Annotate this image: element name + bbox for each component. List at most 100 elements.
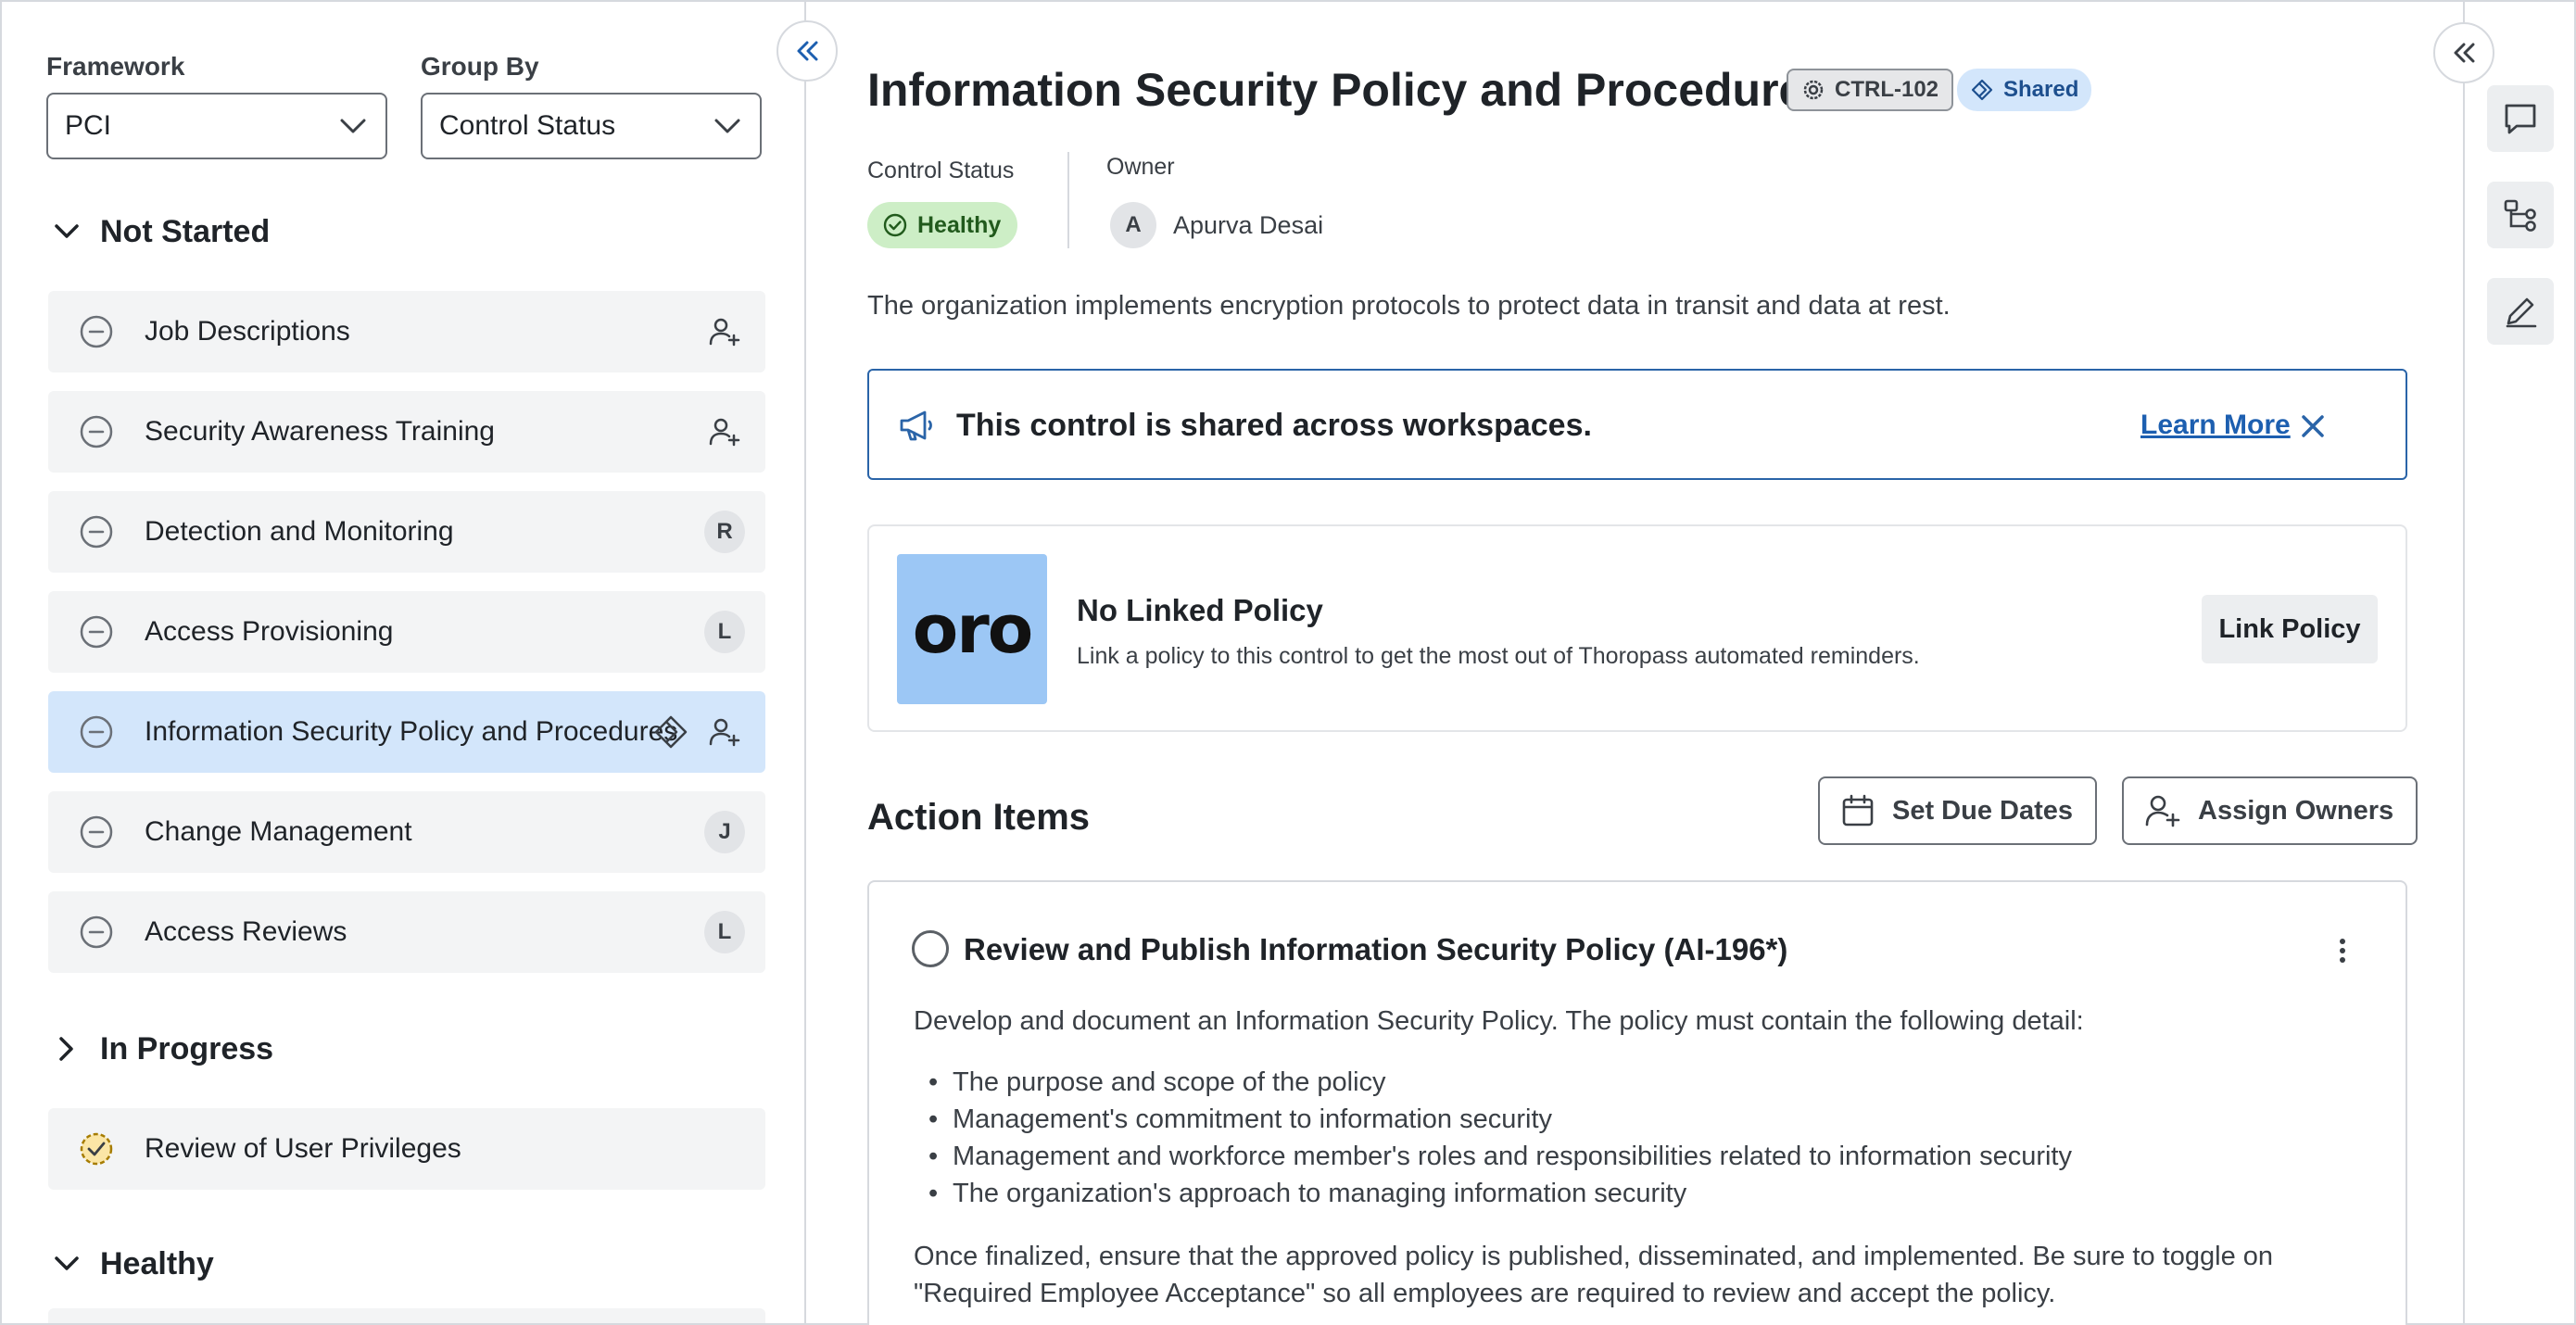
calendar-icon (1840, 793, 1875, 828)
policy-card-subtitle: Link a policy to this control to get the… (1077, 643, 1920, 669)
assignee-avatar[interactable]: J (704, 811, 745, 853)
shared-badge-text: Shared (2003, 77, 2079, 102)
avatar[interactable]: A (1110, 202, 1156, 248)
control-row-review-of-user-privileges[interactable]: Review of User Privileges (48, 1108, 765, 1190)
control-row-security-awareness-training[interactable]: Security Awareness Training (48, 391, 765, 473)
control-row-partial[interactable] (48, 1308, 765, 1323)
shared-diamond-icon (652, 713, 689, 751)
chevron-right-icon (48, 1030, 85, 1067)
bullet-item: The purpose and scope of the policy (928, 1064, 2378, 1101)
control-row-label: Review of User Privileges (145, 1133, 461, 1164)
chevron-down-icon (48, 1245, 85, 1282)
logo-text: oro (912, 590, 1033, 668)
megaphone-icon (897, 406, 936, 445)
status-badge-text: Healthy (917, 211, 1002, 238)
assignee-avatar[interactable]: R (704, 511, 745, 553)
hierarchy-icon (2502, 196, 2539, 233)
shared-diamond-icon (1970, 78, 1994, 102)
add-user-icon[interactable] (704, 411, 745, 452)
control-row-change-management[interactable]: Change Management J (48, 791, 765, 873)
set-due-dates-button[interactable]: Set Due Dates (1818, 776, 2098, 845)
assignee-initial: L (704, 611, 745, 653)
control-row-access-provisioning[interactable]: Access Provisioning L (48, 591, 765, 673)
control-row-detection-and-monitoring[interactable]: Detection and Monitoring R (48, 491, 765, 573)
set-due-dates-label: Set Due Dates (1892, 795, 2074, 826)
assignee-initial: L (704, 911, 745, 953)
chevron-down-icon (339, 115, 367, 137)
minus-circle-icon (78, 313, 115, 350)
framework-value: PCI (65, 110, 112, 141)
minus-circle-icon (78, 413, 115, 450)
complete-toggle-circle[interactable] (912, 930, 949, 967)
action-item-title: Review and Publish Information Security … (964, 932, 1788, 966)
chevron-down-icon (48, 213, 85, 250)
minus-circle-icon (78, 914, 115, 951)
group-by-value: Control Status (439, 110, 616, 141)
minus-circle-icon (78, 613, 115, 650)
group-by-select[interactable]: Control Status (421, 93, 762, 159)
add-user-icon[interactable] (704, 311, 745, 352)
policy-card-title: No Linked Policy (1077, 593, 1323, 627)
minus-circle-icon (78, 814, 115, 851)
add-user-icon (2144, 793, 2181, 828)
group-header-not-started[interactable]: Not Started (48, 213, 270, 250)
page-title: Information Security Policy and Procedur… (867, 64, 1831, 116)
check-circle-icon (882, 212, 908, 238)
control-id-text: CTRL-102 (1835, 77, 1939, 102)
control-row-label: Change Management (145, 816, 412, 847)
action-item-card: Review and Publish Information Security … (867, 880, 2407, 1325)
control-gear-icon (1801, 78, 1825, 102)
action-items-heading: Action Items (867, 797, 1091, 838)
control-row-label: Information Security Policy and Procedur… (145, 716, 678, 747)
assignee-initial: R (704, 511, 745, 553)
group-label: Not Started (100, 213, 271, 249)
control-id-badge: CTRL-102 (1787, 69, 1954, 111)
collapse-rail-button[interactable] (2433, 22, 2494, 83)
status-badge: Healthy (867, 202, 1018, 248)
group-by-label: Group By (421, 52, 539, 81)
shared-info-banner: This control is shared across workspaces… (867, 369, 2407, 480)
edit-button[interactable] (2487, 278, 2554, 345)
double-chevron-left-icon (2450, 41, 2478, 65)
control-row-access-reviews[interactable]: Access Reviews L (48, 891, 765, 973)
shared-badge: Shared (1957, 69, 2092, 111)
bullet-item: Management and workforce member's roles … (928, 1138, 2378, 1175)
assignee-avatar[interactable]: L (704, 611, 745, 653)
group-header-healthy[interactable]: Healthy (48, 1245, 214, 1282)
meta-divider (1067, 152, 1069, 248)
control-row-job-descriptions[interactable]: Job Descriptions (48, 291, 765, 372)
owner-name[interactable]: Apurva Desai (1173, 211, 1323, 240)
bullet-item: Management's commitment to information s… (928, 1101, 2378, 1138)
close-icon[interactable] (2294, 408, 2331, 445)
bullet-item: The organization's approach to managing … (928, 1175, 2378, 1212)
group-header-in-progress[interactable]: In Progress (48, 1030, 273, 1067)
add-user-icon[interactable] (704, 712, 745, 752)
minus-circle-icon (78, 513, 115, 550)
rail-divider (2463, 0, 2465, 1325)
linked-policy-card: oro No Linked Policy Link a policy to th… (867, 524, 2407, 732)
action-item-outro: Once finalized, ensure that the approved… (914, 1242, 2274, 1308)
in-progress-check-icon (78, 1130, 115, 1167)
comment-icon (2502, 100, 2539, 137)
control-row-label: Security Awareness Training (145, 416, 495, 447)
assign-owners-button[interactable]: Assign Owners (2122, 776, 2418, 845)
group-label: Healthy (100, 1245, 214, 1281)
learn-more-link[interactable]: Learn More (2140, 410, 2291, 441)
control-status-label: Control Status (867, 158, 1015, 183)
framework-select[interactable]: PCI (46, 93, 387, 159)
group-label: In Progress (100, 1030, 274, 1066)
banner-message: This control is shared across workspaces… (956, 408, 1592, 443)
assignee-avatar[interactable]: L (704, 911, 745, 953)
minus-circle-icon (78, 713, 115, 751)
kebab-menu-icon[interactable] (2333, 934, 2352, 967)
control-row-information-security-policy[interactable]: Information Security Policy and Procedur… (48, 691, 765, 773)
framework-label: Framework (46, 52, 185, 81)
owner-label: Owner (1106, 154, 1175, 180)
link-policy-button[interactable]: Link Policy (2202, 595, 2378, 663)
controls-sidebar: Framework PCI Group By Control Status No… (2, 2, 804, 1323)
control-detail: Information Security Policy and Procedur… (806, 0, 2463, 1325)
hierarchy-button[interactable] (2487, 182, 2554, 248)
comments-button[interactable] (2487, 85, 2554, 152)
action-item-bullets: The purpose and scope of the policy Mana… (914, 1064, 2378, 1212)
chevron-down-icon (713, 115, 741, 137)
